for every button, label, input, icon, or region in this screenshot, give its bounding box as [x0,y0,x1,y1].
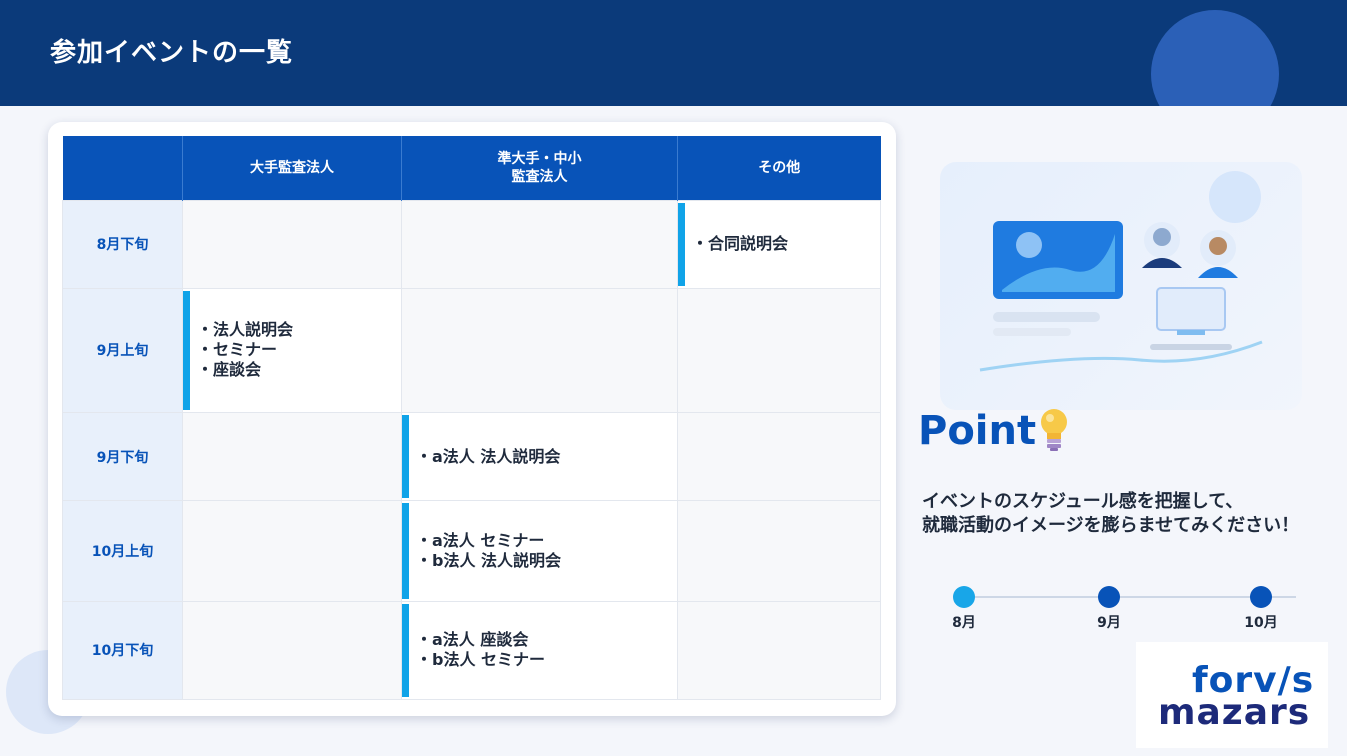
company-logo: forv/s mazars [1136,642,1328,748]
event-item: ・a法人 座談会 [416,630,529,650]
page-title: 参加イベントの一覧 [50,38,294,68]
event-cell-other: ・合同説明会 [677,199,881,289]
point-line-2: 就職活動のイメージを膨らませてみください！ [922,515,1300,536]
table-row: 10月上旬 ・a法人 セミナー ・b法人 法人説明会 [62,500,881,602]
event-cell-mid: ・a法人 セミナー ・b法人 法人説明会 [401,500,678,602]
event-cell-other [677,412,881,502]
timeline-label-aug: 8月 [952,615,976,631]
table-row: 9月上旬 ・法人説明会 ・セミナー ・座談会 [62,287,881,414]
accent-bar [402,603,409,697]
event-cell-big [182,199,402,289]
header-corner [62,136,183,200]
event-item: ・座談会 [197,360,262,380]
timeline-dot-oct [1250,586,1272,608]
event-cell-big [182,600,402,701]
accent-bar [678,202,685,286]
point-description: イベントのスケジュール感を把握して、 就職活動のイメージを膨らませてみください！ [922,490,1342,538]
event-cell-other [677,600,881,701]
header-mid-line1: 準大手・中小 [497,150,582,167]
point-title: Point [918,408,1037,454]
timeline-label-oct: 10月 [1244,615,1278,631]
event-item: ・a法人 法人説明会 [416,446,561,466]
event-item: ・b法人 法人説明会 [416,551,562,570]
event-cell-mid: ・a法人 法人説明会 [401,412,678,502]
event-cell-mid [401,199,678,289]
month-cell: 9月下旬 [62,412,183,502]
accent-bar [402,503,409,599]
presentation-illustration [940,162,1302,410]
month-cell: 8月下旬 [62,199,183,289]
accent-bar [402,415,409,499]
event-cell-big: ・法人説明会 ・セミナー ・座談会 [182,287,402,414]
event-cell-mid [401,287,678,414]
decorative-circle [1151,10,1279,106]
event-cell-mid: ・a法人 座談会 ・b法人 セミナー [401,600,678,701]
month-cell: 10月上旬 [62,500,183,602]
event-item: ・法人説明会 [197,320,294,340]
header-mid-line2: 監査法人 [511,168,568,185]
event-item: ・b法人 セミナー [416,650,546,670]
event-cell-big [182,412,402,502]
logo-text-bottom: mazars [1158,692,1311,733]
table-row: 9月下旬 ・a法人 法人説明会 [62,412,881,502]
online-meeting-illustration [979,171,1263,372]
event-item: ・合同説明会 [692,234,789,254]
header-mid-firms: 準大手・中小 監査法人 [401,136,678,200]
event-cell-other [677,287,881,414]
header-other: その他 [677,136,881,200]
month-cell: 9月上旬 [62,287,183,414]
table-row: 8月下旬 ・合同説明会 [62,199,881,289]
event-cell-other [677,500,881,602]
month-cell: 10月下旬 [62,600,183,701]
event-table-card: 大手監査法人 準大手・中小 監査法人 その他 8月下旬 ・合同説明会 9月上旬 ・法人… [48,122,896,716]
table-header-row: 大手監査法人 準大手・中小 監査法人 その他 [62,136,881,200]
event-cell-big [182,500,402,602]
event-item: ・a法人 セミナー [416,531,545,550]
page-header: 参加イベントの一覧 [0,0,1347,106]
point-line-1: イベントのスケジュール感を把握して、 [922,491,1244,512]
event-item: ・セミナー [197,340,278,360]
timeline-dot-aug [953,586,975,608]
accent-bar [183,290,190,411]
timeline-gap [1296,596,1314,598]
event-schedule-table: 大手監査法人 準大手・中小 監査法人 その他 8月下旬 ・合同説明会 9月上旬 ・法人… [62,136,881,701]
timeline-label-sep: 9月 [1097,615,1121,631]
timeline-dot-sep [1098,586,1120,608]
header-big-firms: 大手監査法人 [182,136,402,200]
table-row: 10月下旬 ・a法人 座談会 ・b法人 セミナー [62,600,881,701]
lightbulb-icon [1041,409,1067,451]
